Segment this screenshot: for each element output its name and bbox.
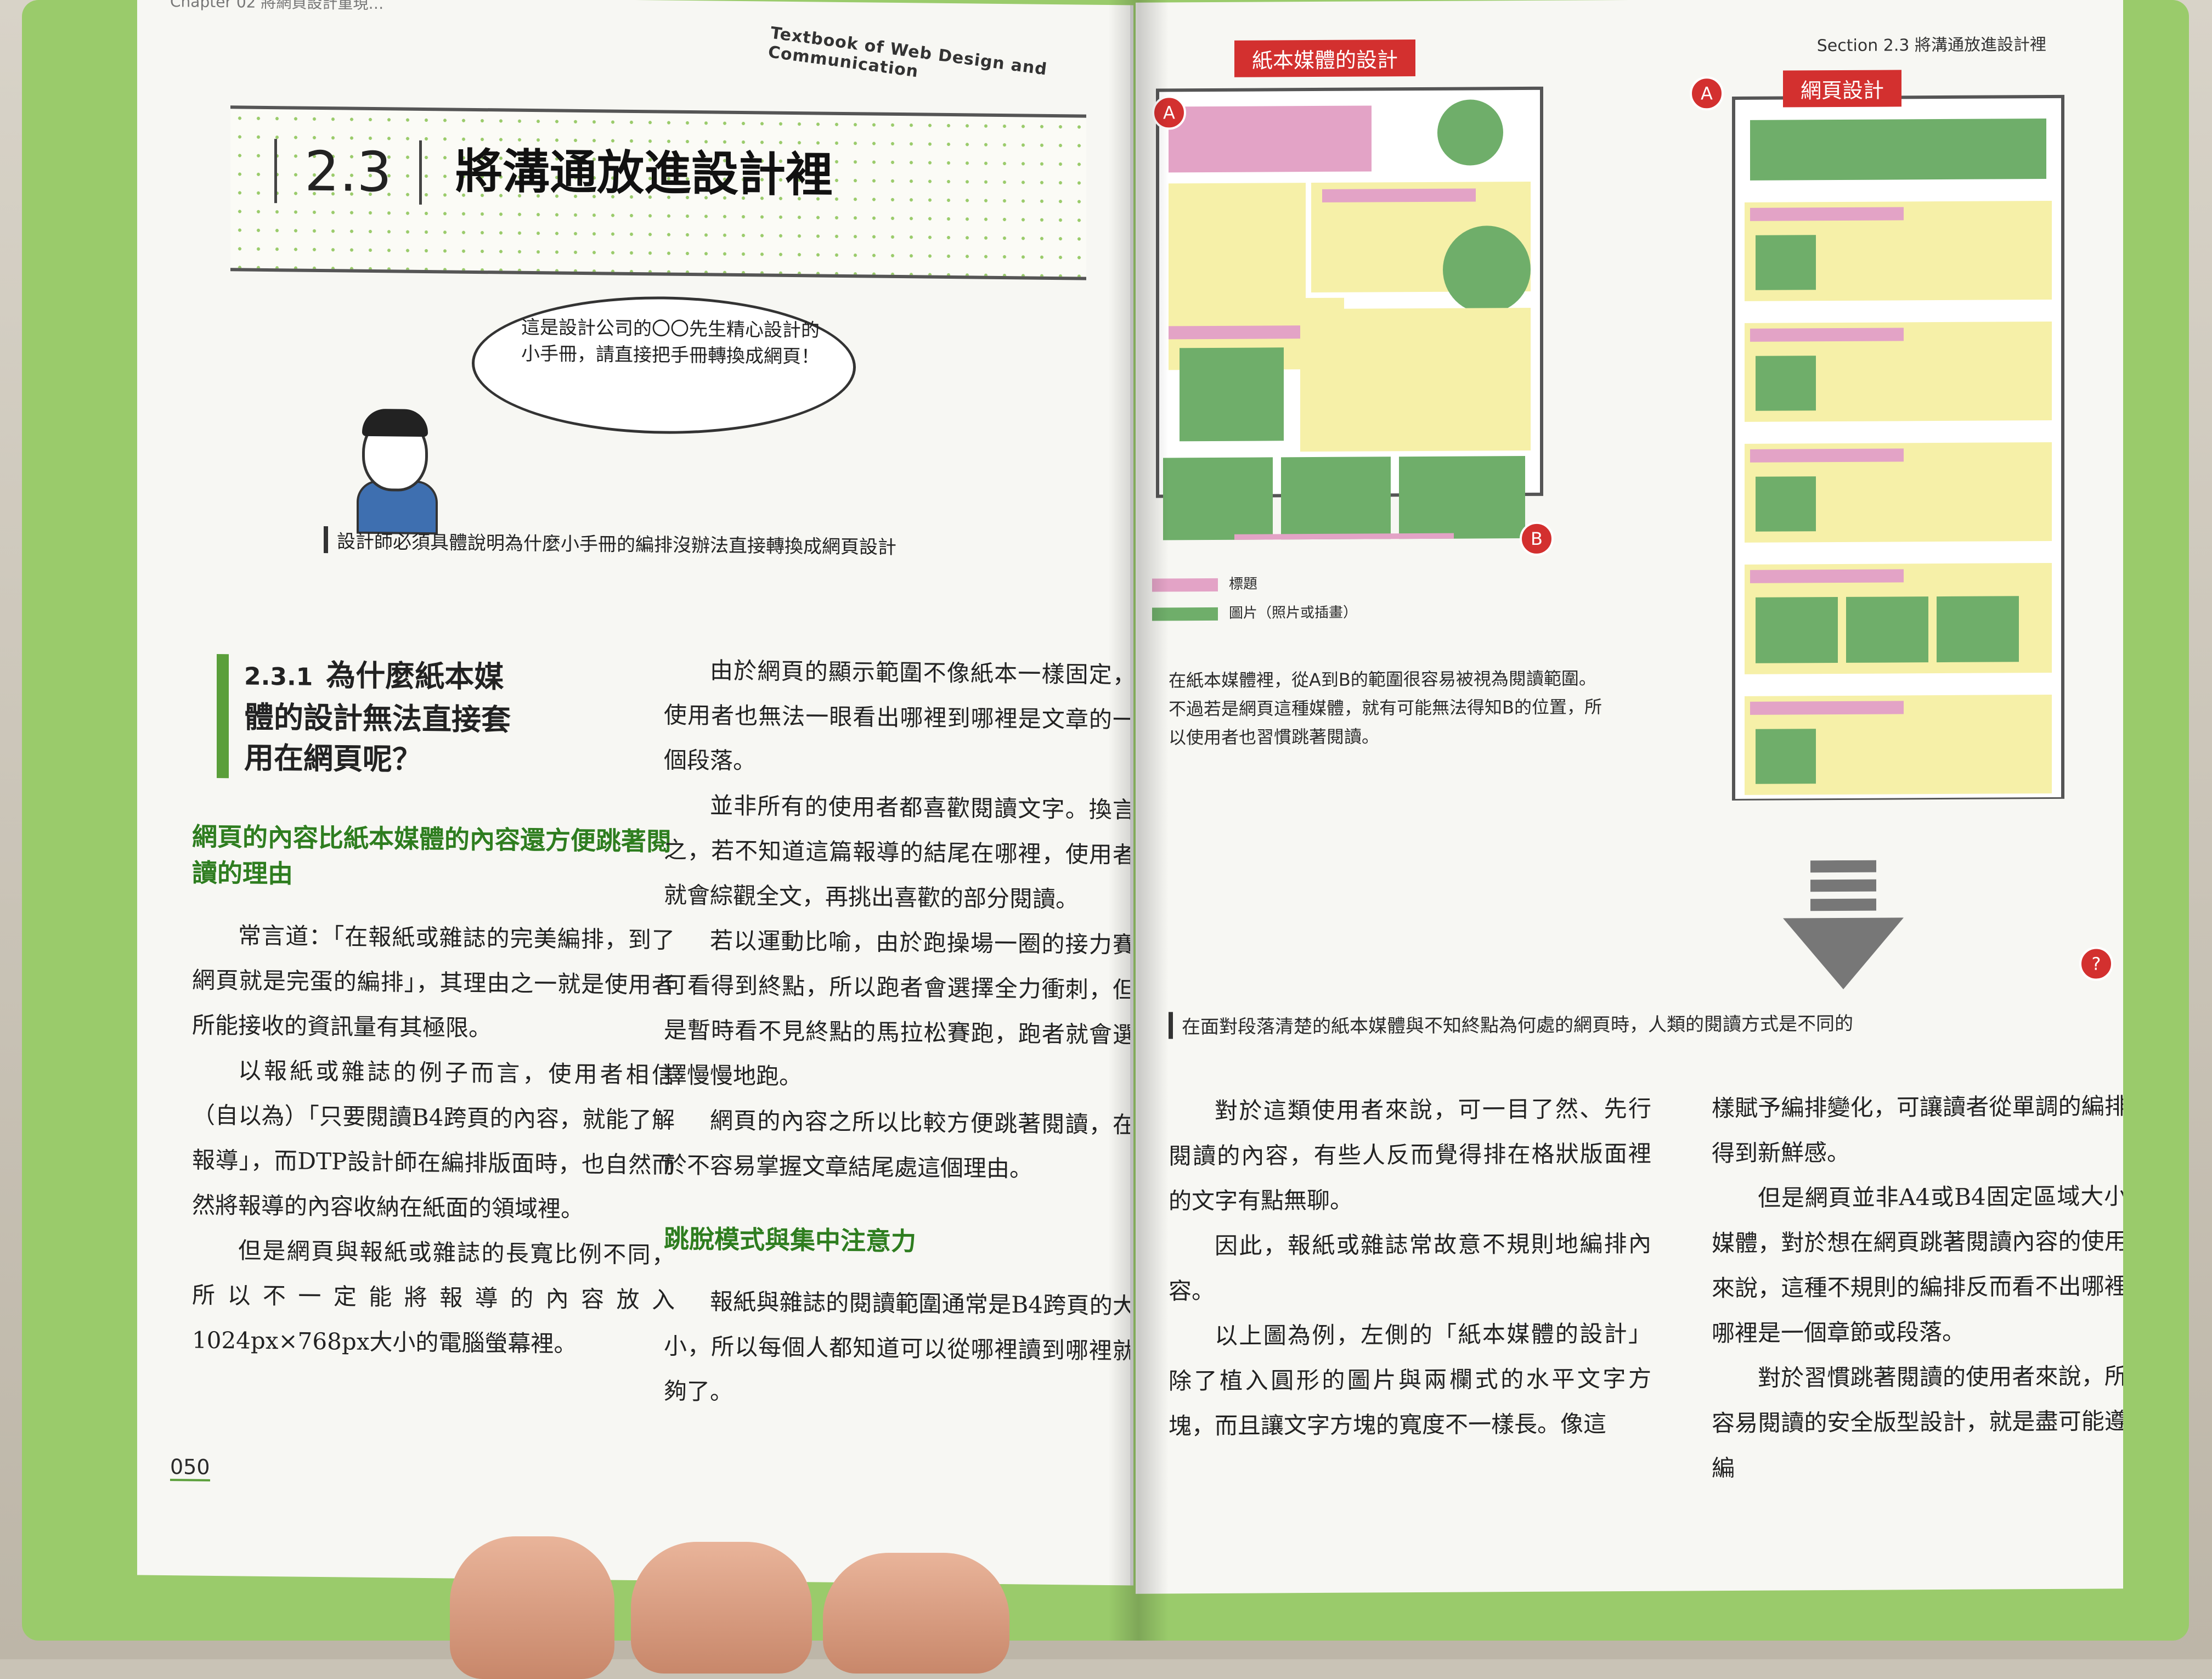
finger [631, 1542, 812, 1674]
right-column-a: 對於這類使用者來說，可一目了然、先行閱讀的內容，有些人反而覺得排在格狀版面裡的文… [1169, 1086, 1651, 1449]
finger [823, 1553, 1009, 1674]
middle-column: 由於網頁的顯示範圍不像紙本一樣固定，使用者也無法一眼看出哪裡到哪裡是文章的一個段… [664, 648, 1133, 1419]
paragraph: 由於網頁的顯示範圍不像紙本一樣固定，使用者也無法一眼看出哪裡到哪裡是文章的一個段… [664, 657, 1133, 775]
figure-caption: 設計師必須具體說明為什麼小手冊的編排沒辦法直接轉換成網頁設計 [324, 526, 896, 559]
figure-caption-bottom: 在面對段落清楚的紙本媒體與不知終點為何處的網頁時，人類的閱讀方式是不同的 [1169, 1008, 1853, 1039]
page-number: 050 [170, 1455, 210, 1481]
paragraph: 以報紙或雜誌的例子而言，使用者相信（自以為）「只要閱讀B4跨頁的內容，就能了解報… [192, 1057, 675, 1223]
paragraph: 因此，報紙或雜誌常故意不規則地編排內容。 [1169, 1230, 1651, 1305]
web-design-diagram [1723, 86, 2074, 803]
right-page: Section 2.3 將溝通放進設計裡 紙本媒體的設計 A B 網頁設計 A … [1136, 0, 2123, 1594]
subsection-heading: 2.3.1 為什麼紙本媒體的設計無法直接套用在網頁呢？ [217, 654, 529, 781]
running-head-left: Chapter 02 將網頁設計重現… [170, 0, 384, 13]
paragraph: 報紙與雜誌的閱讀範圍通常是B4跨頁的大小，所以每個人都知道可以從哪裡讀到哪裡就夠… [664, 1288, 1133, 1405]
legend-title: 標題 [1152, 572, 1357, 594]
paper-design-diagram [1147, 66, 1564, 548]
subsection-number: 2.3.1 [244, 662, 313, 691]
paragraph: 但是網頁並非A4或B4固定區域大小的媒體，對於想在網頁跳著閱讀內容的使用者來說，… [1712, 1182, 2123, 1347]
paragraph: 對於這類使用者來說，可一目了然、先行閱讀的內容，有些人反而覺得排在格狀版面裡的文… [1169, 1095, 1651, 1215]
book-gutter-shadow [1108, 0, 1169, 1641]
label-paper-design: 紙本媒體的設計 [1234, 40, 1416, 77]
marker-question: ? [2079, 946, 2113, 981]
section-number: 2.3 [274, 139, 422, 205]
paragraph: 對於習慣跳著閱讀的使用者來說，所謂容易閱讀的安全版型設計，就是盡可能遵守編 [1712, 1362, 2123, 1482]
paragraph: 網頁的內容之所以比較方便跳著閱讀，在於不容易掌握文章結尾處這個理由。 [664, 1107, 1133, 1182]
finger [450, 1536, 614, 1679]
web-layout-illustration [1732, 94, 2064, 803]
paragraph: 但是網頁與報紙或雜誌的長寬比例不同，所以不一定能將報導的內容放入1024px×7… [192, 1237, 675, 1357]
legend-image: 圖片（照片或插畫） [1152, 601, 1357, 623]
paper-layout-illustration [1156, 86, 1543, 548]
legend: 標題 圖片（照片或插畫） [1152, 572, 1357, 623]
paragraph: 並非所有的使用者都喜歡閱讀文字。換言之，若不知道這篇報導的結尾在哪裡，使用者就會… [664, 792, 1133, 913]
textbook-label: Textbook of Web Design and Communication [767, 23, 1048, 82]
figure-caption-top: 在紙本媒體裡，從A到B的範圍很容易被視為閱讀範圍。不過若是網頁這種媒體，就有可能… [1169, 668, 1602, 748]
speech-bubble-text: 這是設計公司的〇〇先生精心設計的小手冊，請直接把手冊轉換成網頁！ [521, 316, 820, 368]
running-head-right: Section 2.3 將溝通放進設計裡 [1816, 35, 2046, 56]
heading-b: 跳脫模式與集中注意力 [664, 1224, 916, 1257]
paragraph: 常言道：「在報紙或雜誌的完美編排，到了網頁就是完蛋的編排」，其理由之一就是使用者… [192, 922, 675, 1042]
paragraph: 以上圖為例，左側的「紙本媒體的設計」除了植入圓形的圖片與兩欄式的水平文字方塊，而… [1169, 1320, 1651, 1440]
right-column-b: 樣賦予編排變化，可讓讀者從單調的編排裡得到新鮮感。 但是網頁並非A4或B4固定區… [1712, 1084, 2123, 1491]
person-hair-icon [362, 408, 428, 437]
heading-a: 網頁的內容比紙本媒體的內容還方便跳著閱讀的理由 [192, 821, 672, 889]
marker-a-web: A [1690, 76, 1724, 111]
paragraph: 若以運動比喻，由於跑操場一圈的接力賽可看得到終點，所以跑者會選擇全力衝刺，但是暫… [664, 927, 1133, 1090]
left-column: 網頁的內容比紙本媒體的內容還方便跳著閱讀的理由 常言道：「在報紙或雜誌的完美編排… [192, 819, 675, 1368]
section-title: 將溝通放進設計裡 [455, 144, 833, 203]
down-arrow-icon [1783, 860, 1904, 994]
paragraph: 樣賦予編排變化，可讓讀者從單調的編排裡得到新鮮感。 [1712, 1092, 2123, 1167]
label-web-design: 網頁設計 [1783, 70, 1902, 108]
left-page: Chapter 02 將網頁設計重現… Textbook of Web Desi… [137, 0, 1133, 1586]
marker-b-paper: B [1520, 521, 1554, 556]
